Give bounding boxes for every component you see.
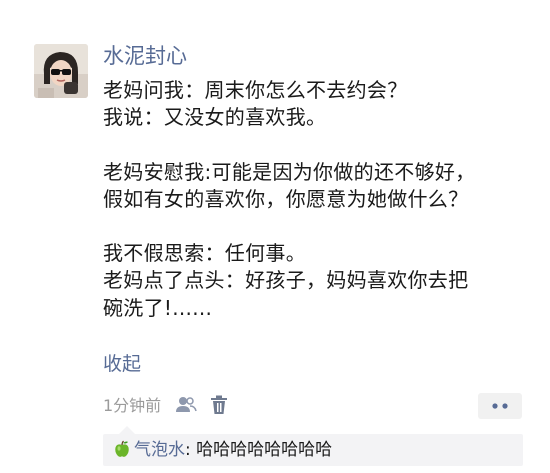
post-meta: 1分钟前: [103, 393, 522, 419]
trash-icon[interactable]: [210, 395, 228, 419]
commenter-name[interactable]: 气泡水: [134, 440, 185, 460]
post-text: 老妈问我：周末你怎么不去约会？ 我说：又没女的喜欢我。老妈安慰我:可能是因为你做的…: [103, 77, 533, 322]
post-line: 假如有女的喜欢你，你愿意为她做什么？: [103, 186, 469, 211]
comment-text: 哈哈哈哈哈哈哈哈: [196, 440, 333, 460]
post-line: 我不假思索：任何事。: [103, 241, 306, 266]
post-line: 老妈问我：周末你怎么不去约会？: [103, 78, 408, 102]
author-name[interactable]: 水泥封心: [103, 42, 187, 70]
post-line: 碗洗了!......: [103, 295, 213, 320]
green-apple-icon: [113, 440, 131, 465]
comment-box: 气泡水: 哈哈哈哈哈哈哈哈: [103, 426, 523, 466]
post-line: 老妈安慰我:可能是因为你做的还不够好，: [103, 159, 476, 184]
post-time: 1分钟前: [103, 396, 162, 415]
avatar[interactable]: [34, 44, 88, 98]
comment-separator: :: [185, 440, 197, 460]
more-dots-icon[interactable]: [478, 393, 522, 419]
comment-item[interactable]: 气泡水: 哈哈哈哈哈哈哈哈: [113, 438, 332, 465]
collapse-link[interactable]: 收起: [103, 351, 141, 377]
people-icon[interactable]: [175, 395, 197, 419]
post-line: 老妈点了点头：好孩子，妈妈喜欢你去把: [103, 268, 469, 293]
post-line: 我说：又没女的喜欢我。: [103, 105, 327, 130]
